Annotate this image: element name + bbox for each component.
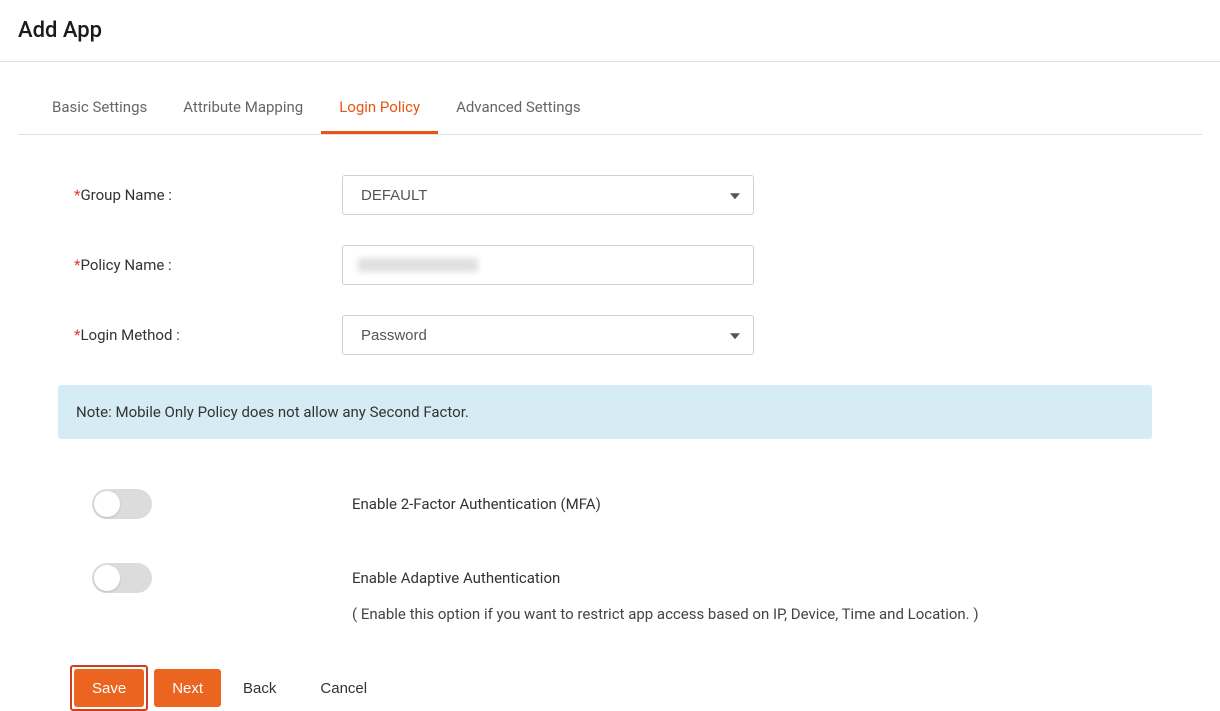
cancel-button[interactable]: Cancel [298,669,389,707]
redacted-placeholder [358,258,478,272]
note-box: Note: Mobile Only Policy does not allow … [58,385,1152,439]
button-row: Save Next Back Cancel [18,665,1202,711]
tab-login-policy[interactable]: Login Policy [321,80,438,134]
toggle-knob-icon [94,491,120,517]
sublabel-toggle-adaptive: ( Enable this option if you want to rest… [352,605,979,623]
save-button[interactable]: Save [74,669,144,707]
row-toggle-adaptive: Enable Adaptive Authentication ( Enable … [74,561,1152,623]
label-text-policy-name: Policy Name : [80,256,171,274]
label-text-group-name: Group Name : [80,186,171,204]
row-policy-name: *Policy Name : [74,245,1152,285]
page-title: Add App [18,18,1202,43]
label-login-method: *Login Method : [74,326,342,344]
select-login-method[interactable]: Password [342,315,754,355]
label-policy-name: *Policy Name : [74,256,342,274]
select-wrap-group-name: DEFAULT [342,175,754,215]
row-group-name: *Group Name : DEFAULT [74,175,1152,215]
select-wrap-login-method: Password [342,315,754,355]
label-text-login-method: Login Method : [80,326,179,344]
row-toggle-mfa: Enable 2-Factor Authentication (MFA) [74,487,1152,519]
tab-basic-settings[interactable]: Basic Settings [34,80,165,134]
tabs: Basic Settings Attribute Mapping Login P… [18,80,1202,135]
toggle-mfa[interactable] [92,489,152,519]
save-highlight-box: Save [70,665,148,711]
row-login-method: *Login Method : Password [74,315,1152,355]
toggle-knob-icon [94,565,120,591]
tab-attribute-mapping[interactable]: Attribute Mapping [165,80,321,134]
next-button[interactable]: Next [154,669,221,707]
label-toggle-adaptive: Enable Adaptive Authentication [352,561,979,587]
tab-advanced-settings[interactable]: Advanced Settings [438,80,599,134]
select-group-name[interactable]: DEFAULT [342,175,754,215]
toggle-adaptive[interactable] [92,563,152,593]
label-group-name: *Group Name : [74,186,342,204]
back-button[interactable]: Back [221,669,298,707]
label-toggle-mfa: Enable 2-Factor Authentication (MFA) [352,487,601,513]
